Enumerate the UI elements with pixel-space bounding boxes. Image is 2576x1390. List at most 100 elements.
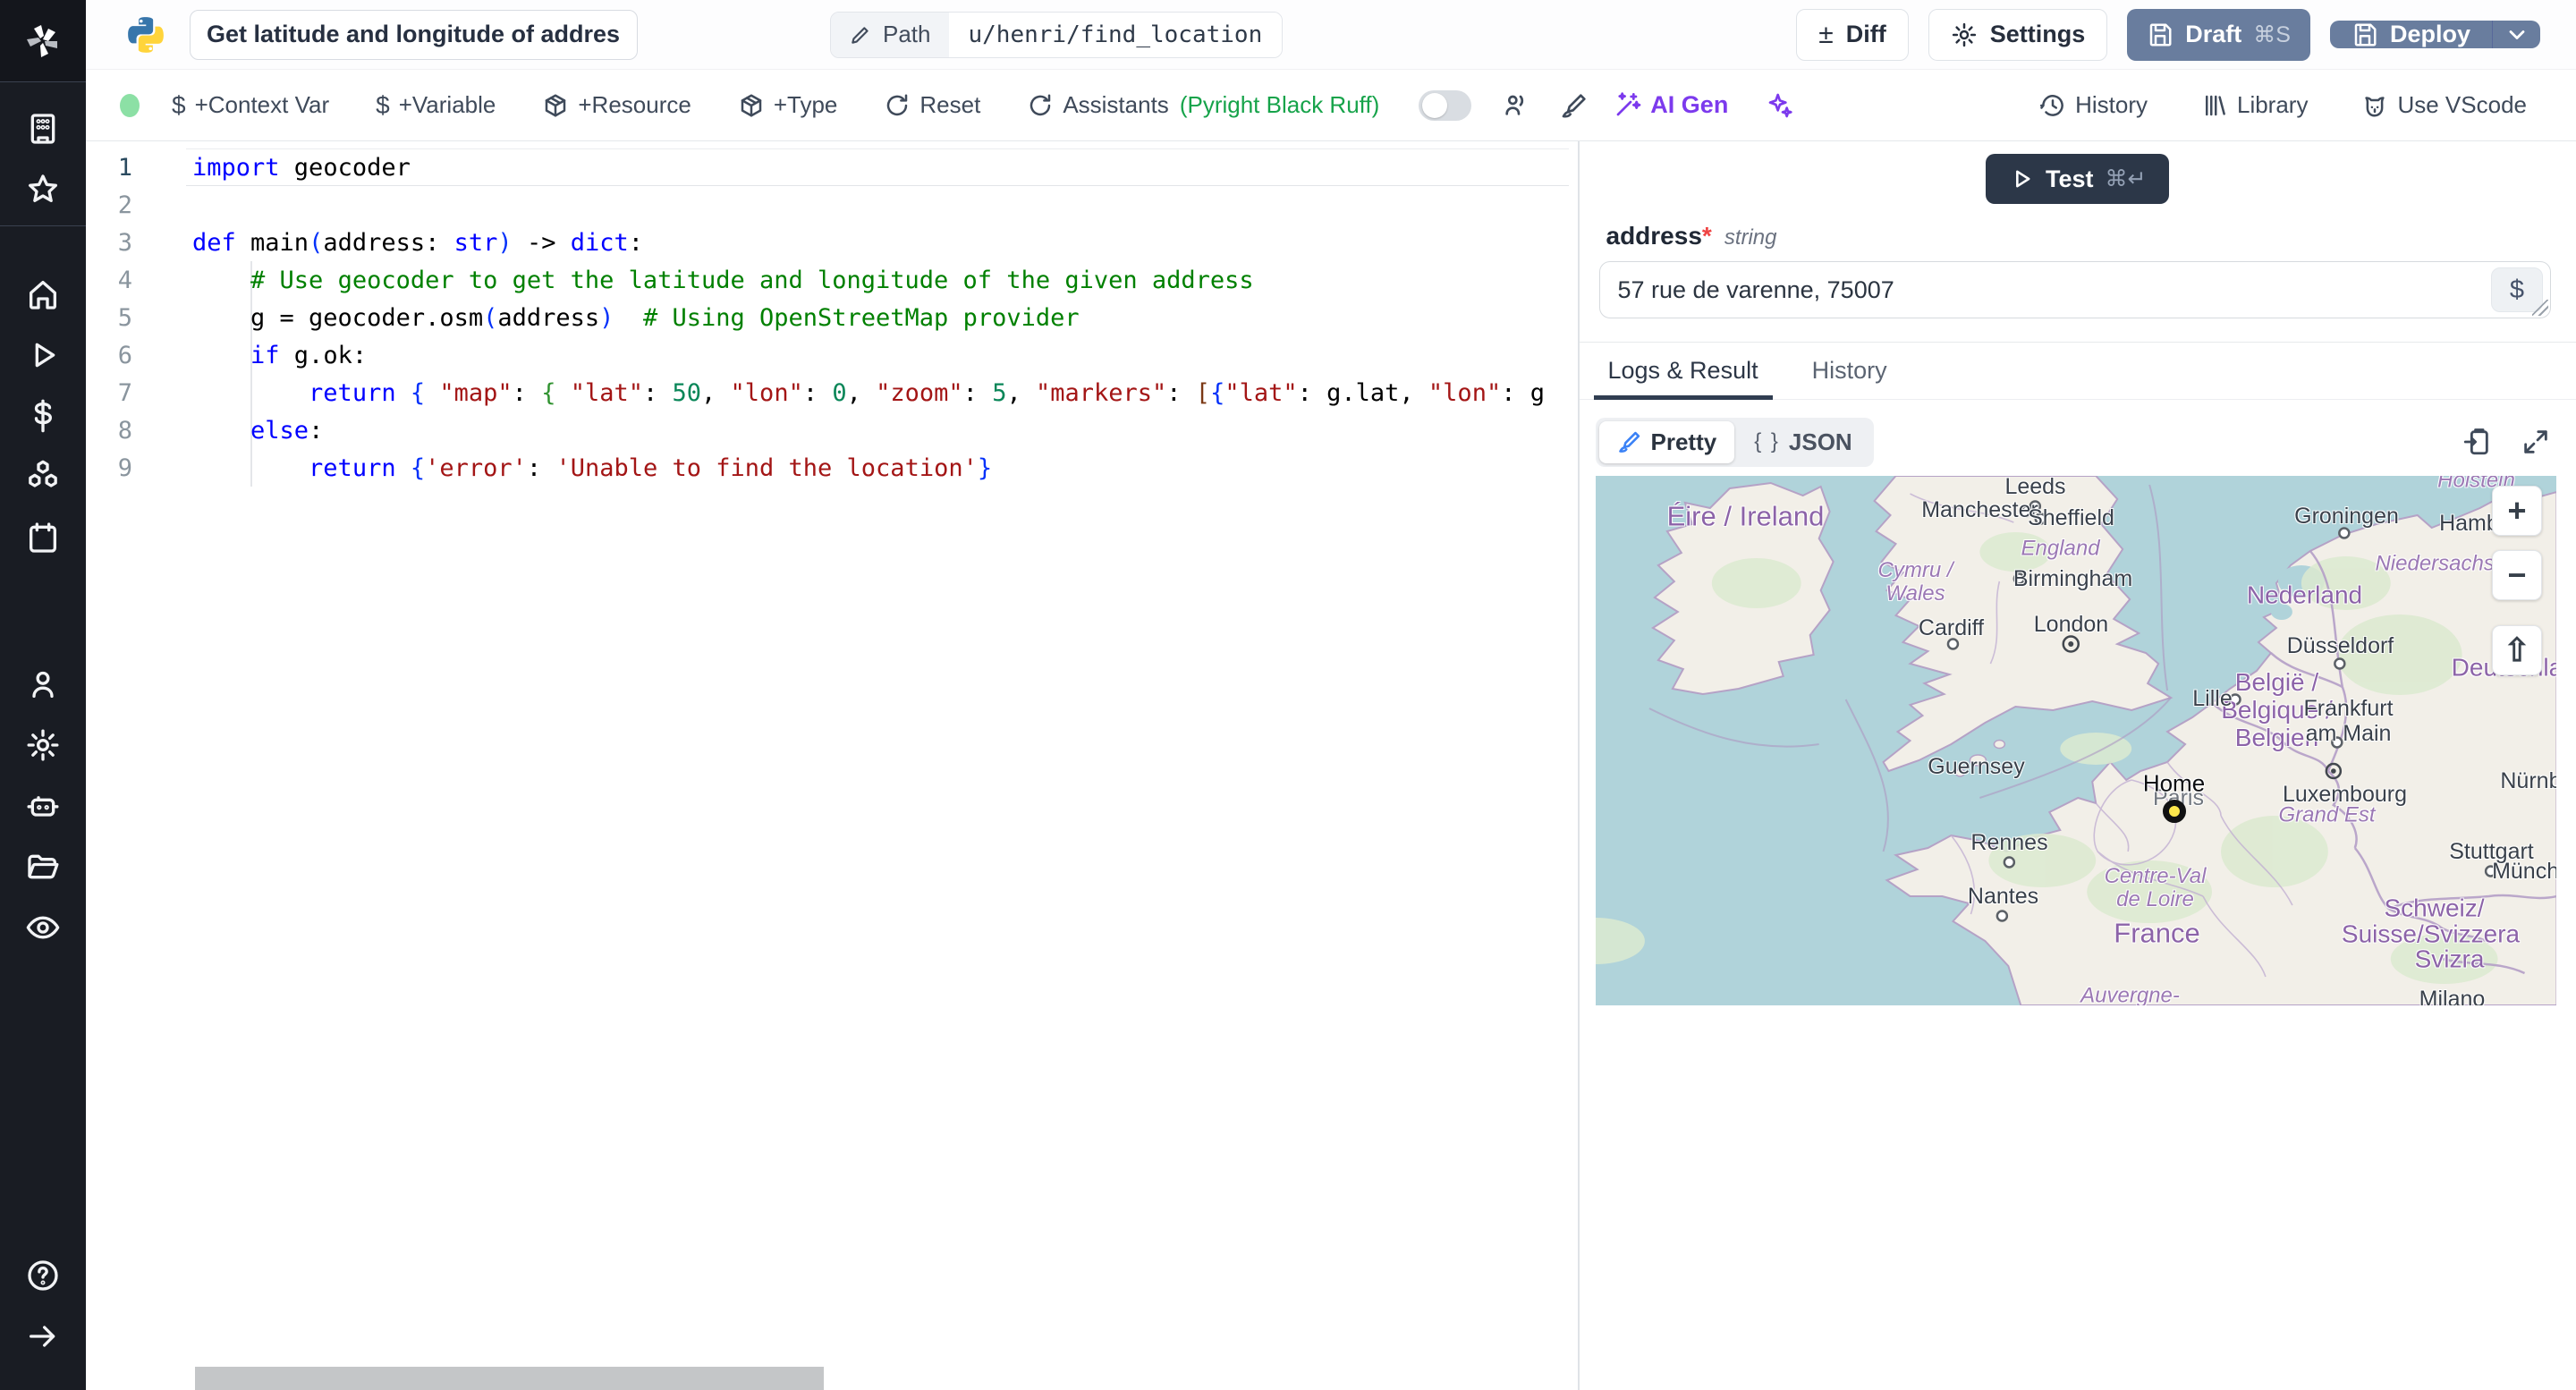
assistants-detail[interactable]: (Pyright Black Ruff) <box>1180 91 1379 119</box>
multiplayer-toggle[interactable] <box>1419 89 1472 121</box>
code-line[interactable]: 7 return { "map": { "lat": 50, "lon": 0,… <box>86 374 1578 411</box>
horizontal-scrollbar[interactable] <box>195 1367 824 1390</box>
braces-icon: { } <box>1754 429 1780 453</box>
view-json-option[interactable]: { } JSON <box>1736 421 1870 463</box>
draft-button[interactable]: Draft ⌘S <box>2127 8 2310 61</box>
line-content: return { "map": { "lat": 50, "lon": 0, "… <box>309 378 1545 407</box>
code-line[interactable]: 2 <box>86 186 1578 224</box>
test-shortcut: ⌘↵ <box>2105 166 2147 191</box>
resize-grip[interactable] <box>2532 300 2548 316</box>
path-button[interactable]: Path u/henri/find_location <box>830 11 1284 58</box>
tab-history[interactable]: History <box>1798 343 1902 400</box>
code-line[interactable]: 1 import geocoder <box>86 148 1578 186</box>
variables-icon[interactable] <box>0 386 86 446</box>
deploy-options-button[interactable] <box>2492 21 2540 48</box>
paintbrush-icon <box>1618 431 1640 453</box>
vscode-label: Use VScode <box>2397 91 2527 118</box>
line-content: # Use geocoder to get the latitude and l… <box>250 266 1254 294</box>
runs-icon[interactable] <box>0 325 86 386</box>
assistants-label: Assistants <box>1063 91 1169 118</box>
deploy-button[interactable]: Deploy <box>2330 21 2492 48</box>
code-line[interactable]: 8 else: <box>86 411 1578 449</box>
context-var-label: +Context Var <box>194 91 330 118</box>
help-icon[interactable] <box>0 1245 86 1306</box>
reset-button[interactable]: Reset <box>884 91 980 119</box>
dollar-icon: $ <box>172 90 186 119</box>
address-input[interactable]: 57 rue de varenne, 75007 $ <box>1598 261 2551 318</box>
script-title-input[interactable] <box>190 9 638 60</box>
schedules-icon[interactable] <box>0 507 86 568</box>
home-marker[interactable] <box>2162 799 2186 823</box>
line-content: if g.ok: <box>250 341 368 369</box>
code-line[interactable]: 3 def main(address: str) -> dict: <box>86 224 1578 261</box>
code-line[interactable]: 5 g = geocoder.osm(address) # Using Open… <box>86 299 1578 336</box>
library-label: Library <box>2236 91 2309 118</box>
toggle-knob <box>1422 92 1448 118</box>
python-language-icon <box>128 16 164 53</box>
map-controls: + − ⇧ <box>2492 485 2542 675</box>
line-content: g = geocoder.osm(address) # Using OpenSt… <box>192 303 1080 332</box>
collaboration-users-icon[interactable] <box>1495 85 1536 126</box>
code-line[interactable]: 9 return {'error': 'Unable to find the l… <box>86 449 1578 487</box>
history-clock-icon <box>2040 94 2063 116</box>
magic-wand-icon <box>1616 91 1641 115</box>
library-button[interactable]: Library <box>2201 91 2308 119</box>
copy-result-icon[interactable] <box>2456 421 2497 462</box>
pencil-icon <box>852 26 869 44</box>
main-area: Path u/henri/find_location ± Diff Settin… <box>86 0 2576 1390</box>
result-map[interactable]: Leeds Manchester Sheffield England Cymru / W… <box>1595 475 2556 1005</box>
zoom-in-button[interactable]: + <box>2492 485 2542 536</box>
code-line[interactable]: 6 if g.ok: <box>86 336 1578 374</box>
resources-icon[interactable] <box>0 446 86 507</box>
map-land-shapes <box>1595 475 2556 1005</box>
tab-logs-result[interactable]: Logs & Result <box>1593 343 1773 400</box>
add-resource-button[interactable]: +Resource <box>542 91 691 119</box>
sidebar-divider <box>0 225 86 226</box>
favorites-icon[interactable] <box>0 159 86 220</box>
plus-minus-icon: ± <box>1818 19 1834 49</box>
folders-icon[interactable] <box>0 836 86 897</box>
test-button[interactable]: Test ⌘↵ <box>1986 154 2170 204</box>
line-number: 2 <box>117 191 132 219</box>
refresh-icon <box>1030 94 1051 115</box>
recenter-button[interactable]: ⇧ <box>2492 624 2542 675</box>
save-icon <box>2150 23 2172 46</box>
add-context-var-button[interactable]: $ +Context Var <box>172 91 329 120</box>
argument-label-row: address* string <box>1606 222 2576 250</box>
ai-gen-button[interactable]: AI Gen <box>1613 91 1728 120</box>
code-editor[interactable]: 1 import geocoder 2 3 def main(address: str)… <box>86 141 1578 1390</box>
audit-logs-icon[interactable] <box>0 897 86 958</box>
zoom-out-button[interactable]: − <box>2492 549 2542 600</box>
expand-result-icon[interactable] <box>2515 421 2556 462</box>
windmill-logo-icon <box>27 24 57 57</box>
draft-label: Draft <box>2185 21 2242 47</box>
code-line[interactable]: 4 # Use geocoder to get the latitude and… <box>86 261 1578 299</box>
deploy-label: Deploy <box>2389 21 2470 47</box>
line-number: 9 <box>117 453 132 482</box>
line-number: 1 <box>117 153 132 182</box>
home-icon[interactable] <box>0 264 86 325</box>
workspace-icon[interactable] <box>0 98 86 159</box>
diff-button[interactable]: ± Diff <box>1796 8 1909 61</box>
settings-icon[interactable] <box>0 715 86 776</box>
result-tabs: Logs & Result History <box>1579 343 2576 400</box>
user-icon[interactable] <box>0 654 86 715</box>
status-dot <box>120 93 140 117</box>
gear-icon <box>1952 22 1976 47</box>
package-icon <box>546 94 566 116</box>
add-type-button[interactable]: +Type <box>738 91 837 119</box>
add-variable-button[interactable]: $ +Variable <box>376 91 496 120</box>
line-content: def main(address: str) -> dict: <box>192 228 644 257</box>
package-icon <box>741 94 762 116</box>
format-brush-icon[interactable] <box>1554 85 1595 126</box>
use-vscode-button[interactable]: Use VScode <box>2361 91 2527 119</box>
assistants-button[interactable]: Assistants <box>1027 91 1169 119</box>
windmill-logo[interactable] <box>0 0 86 82</box>
line-content: else: <box>250 416 324 445</box>
ai-sparkles-icon[interactable] <box>1758 85 1800 126</box>
workers-icon[interactable] <box>0 776 86 836</box>
settings-button[interactable]: Settings <box>1928 8 2108 61</box>
view-pretty-option[interactable]: Pretty <box>1598 420 1735 463</box>
history-button[interactable]: History <box>2039 91 2148 119</box>
collapse-sidebar-icon[interactable] <box>0 1306 86 1367</box>
